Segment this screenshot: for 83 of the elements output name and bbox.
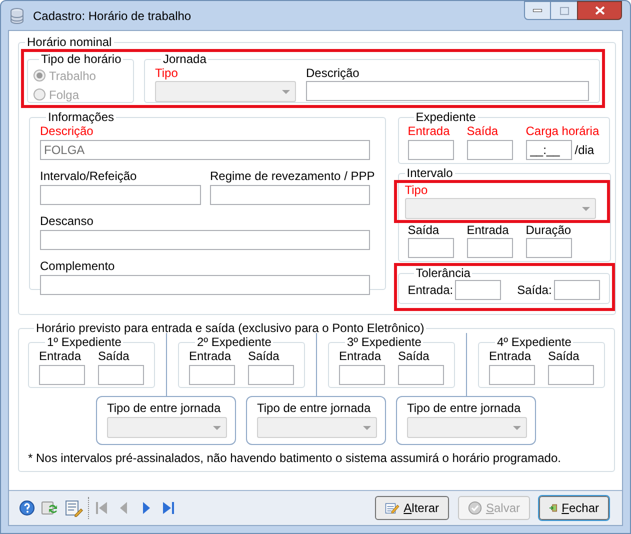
- group-title: Tolerância: [416, 266, 470, 280]
- radio-label: Trabalho: [49, 68, 96, 84]
- text-field[interactable]: [466, 140, 513, 160]
- text-field[interactable]: __:__: [526, 140, 572, 160]
- caret-icon: [282, 90, 290, 94]
- field-label: Entrada: [189, 349, 232, 363]
- text-field[interactable]: [554, 280, 600, 300]
- field-label: Duração: [526, 223, 572, 237]
- group-title: Intervalo: [406, 166, 453, 180]
- field-label: Entrada: [466, 223, 510, 237]
- field-label: Tipo de entre jornada: [107, 401, 222, 415]
- field-label: Descrição: [40, 124, 94, 138]
- group-title: Informações: [48, 110, 114, 124]
- text-field[interactable]: [210, 185, 370, 205]
- text-field[interactable]: [40, 185, 201, 205]
- last-record-icon[interactable]: [160, 500, 176, 516]
- text-field[interactable]: [489, 365, 535, 385]
- field-label: Saída: [548, 349, 580, 363]
- radio-label: Folga: [49, 86, 80, 104]
- group-title: Expediente: [416, 110, 476, 124]
- field-label: Saída:: [517, 282, 552, 299]
- caret-icon: [513, 426, 521, 430]
- group-title: Jornada: [163, 52, 206, 66]
- field-label: Regime de revezamento / PPP: [210, 169, 375, 183]
- refresh-icon[interactable]: [41, 500, 59, 516]
- footnote: * Nos intervalos pré-assinalados, não havendo batimento o sistema assumirá o horário programado.: [28, 450, 562, 467]
- form-edit-icon[interactable]: [65, 500, 83, 516]
- minimize-button[interactable]: [524, 1, 551, 20]
- field-label: Tipo de entre jornada: [257, 401, 372, 415]
- text-field[interactable]: [248, 365, 294, 385]
- minimize-icon: [533, 9, 542, 12]
- field-label: Saída: [98, 349, 130, 363]
- text-field[interactable]: [39, 365, 85, 385]
- field-label: Complemento: [40, 259, 116, 273]
- text-field[interactable]: [40, 230, 370, 250]
- text-field[interactable]: [98, 365, 144, 385]
- window-title: Cadastro: Horário de trabalho: [33, 8, 192, 24]
- field-label: Tipo: [155, 66, 179, 80]
- group-title: 1º Expediente: [47, 335, 122, 349]
- group-title: 2º Expediente: [197, 335, 272, 349]
- text-field[interactable]: [339, 365, 385, 385]
- close-icon: [594, 6, 604, 15]
- group-title: Horário nominal: [27, 35, 112, 49]
- field-label: Entrada: [39, 349, 82, 363]
- group-title: 3º Expediente: [347, 335, 422, 349]
- field-label: Saída: [248, 349, 280, 363]
- field-label: Carga horária: [526, 124, 600, 138]
- text-field[interactable]: [408, 238, 454, 258]
- text-field[interactable]: [455, 280, 502, 300]
- caret-icon: [213, 426, 221, 430]
- field-label: Entrada: [408, 124, 451, 138]
- field-label: Saída: [466, 124, 500, 138]
- field-label: Descanso: [40, 214, 94, 228]
- caret-icon: [582, 206, 590, 210]
- field-label: Descrição: [306, 66, 360, 80]
- group-title: 4º Expediente: [497, 335, 572, 349]
- field-label: Entrada:: [408, 282, 454, 299]
- unit-label: /dia: [574, 142, 594, 159]
- close-button[interactable]: [577, 1, 622, 20]
- checkmark-icon: [468, 500, 482, 516]
- text-field[interactable]: [548, 365, 594, 385]
- caret-icon: [363, 426, 371, 430]
- text-field[interactable]: [408, 140, 454, 160]
- text-field[interactable]: [306, 81, 589, 101]
- database-icon: [8, 6, 26, 24]
- text-field[interactable]: [398, 365, 444, 385]
- close-button[interactable]: Fechar: [539, 496, 609, 520]
- help-icon[interactable]: [19, 500, 35, 516]
- field-label: Intervalo/Refeição: [40, 169, 138, 183]
- field-label: Tipo de entre jornada: [407, 401, 522, 415]
- text-field[interactable]: [189, 365, 235, 385]
- field-label: Saída: [398, 349, 430, 363]
- group-title: Horário previsto para entrada e saída (exclusivo para o Ponto Eletrônico): [36, 321, 424, 335]
- maximize-icon: [560, 6, 568, 14]
- text-field[interactable]: [466, 238, 513, 258]
- text-field[interactable]: [40, 275, 370, 295]
- field-label: Entrada: [489, 349, 532, 363]
- edit-button[interactable]: Alterar: [375, 496, 449, 520]
- text-field[interactable]: [526, 238, 572, 258]
- group-title: Tipo de horário: [41, 52, 122, 66]
- field-label: Entrada: [339, 349, 382, 363]
- field-label: Saída: [408, 223, 440, 237]
- field-label: Tipo: [404, 183, 429, 197]
